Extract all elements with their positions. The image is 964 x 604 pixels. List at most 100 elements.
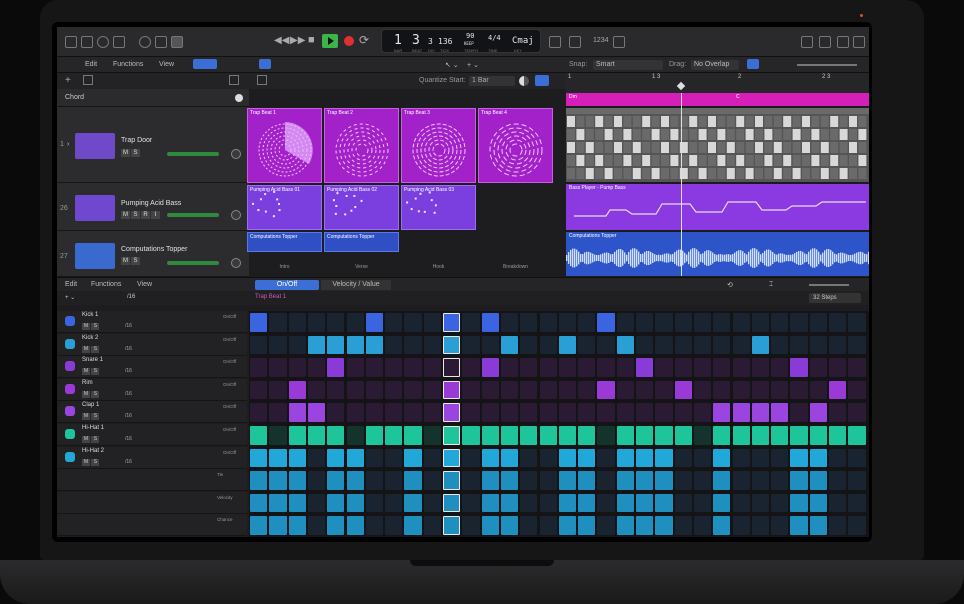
row-step-rate[interactable]: /16	[125, 346, 132, 352]
step-cell[interactable]	[500, 493, 519, 513]
browsers-icon[interactable]	[853, 36, 865, 48]
step-cell[interactable]	[732, 335, 750, 355]
step-cell[interactable]	[558, 493, 577, 513]
step-cell[interactable]	[269, 471, 287, 490]
step-cell[interactable]	[481, 358, 499, 377]
step-cell[interactable]	[462, 335, 480, 355]
step-cell[interactable]	[616, 358, 634, 377]
step-cell[interactable]	[771, 380, 789, 400]
step-cell[interactable]	[404, 380, 422, 400]
step-rate[interactable]: /16	[127, 294, 135, 300]
step-cell[interactable]	[751, 448, 770, 468]
step-cell[interactable]	[500, 313, 519, 332]
scene-trigger[interactable]: Hook	[401, 264, 476, 276]
step-cell[interactable]	[713, 403, 731, 422]
step-cell[interactable]	[404, 426, 422, 445]
step-cell[interactable]	[693, 403, 712, 422]
step-cell[interactable]	[307, 313, 326, 332]
step-cell[interactable]	[636, 426, 654, 445]
row-mute-solo[interactable]: M S	[82, 323, 100, 330]
step-cell[interactable]	[443, 335, 461, 355]
step-cell[interactable]	[423, 380, 441, 400]
step-cell[interactable]	[327, 493, 345, 513]
solo-button[interactable]: S	[131, 257, 140, 265]
step-cell[interactable]	[674, 471, 692, 490]
step-cell[interactable]	[674, 380, 692, 400]
step-cell[interactable]	[250, 448, 268, 468]
step-cell[interactable]	[365, 493, 384, 513]
step-cell[interactable]	[462, 358, 480, 377]
insert-icon[interactable]: ⌶	[769, 281, 773, 289]
step-cell[interactable]	[790, 426, 808, 445]
step-cell[interactable]	[790, 313, 808, 332]
step-cell[interactable]	[751, 358, 770, 377]
loop-cell[interactable]: Computations Topper	[247, 232, 322, 252]
step-cell[interactable]	[751, 516, 770, 535]
step-cell[interactable]	[848, 426, 866, 445]
step-cell[interactable]	[307, 358, 326, 377]
step-cell[interactable]	[365, 471, 384, 490]
step-cell[interactable]	[288, 358, 306, 377]
step-cell[interactable]	[423, 335, 441, 355]
step-cell[interactable]	[288, 493, 306, 513]
step-cell[interactable]	[636, 335, 654, 355]
step-cell[interactable]	[346, 448, 364, 468]
step-cell[interactable]	[578, 403, 596, 422]
scene-trigger[interactable]: Verse	[324, 264, 399, 276]
waveform-zoom-icon[interactable]	[747, 59, 759, 69]
step-cell[interactable]	[250, 471, 268, 490]
step-cell[interactable]	[520, 426, 538, 445]
ruler[interactable]: 1 1 3 2 2 3	[566, 73, 869, 93]
step-cell[interactable]	[443, 358, 461, 377]
step-cell[interactable]	[423, 516, 441, 535]
step-cell[interactable]	[462, 426, 480, 445]
row-mute-solo[interactable]: M S	[82, 458, 100, 466]
step-cell[interactable]	[520, 448, 538, 468]
step-cell[interactable]	[346, 403, 364, 422]
step-cell[interactable]	[385, 358, 403, 377]
step-cell[interactable]	[655, 403, 673, 422]
step-cell[interactable]	[732, 426, 750, 445]
step-cell[interactable]	[693, 358, 712, 377]
step-cell[interactable]	[829, 335, 847, 355]
view-menu[interactable]: View	[137, 281, 152, 288]
step-cell[interactable]	[693, 426, 712, 445]
row-header[interactable]: Kick 1 M S /16 On/Off	[57, 311, 247, 333]
step-cell[interactable]	[809, 493, 827, 513]
step-cell[interactable]	[462, 516, 480, 535]
chord-track-header[interactable]: Chord	[57, 89, 249, 107]
step-cell[interactable]	[578, 448, 596, 468]
step-cell[interactable]	[481, 403, 499, 422]
step-cell[interactable]	[829, 448, 847, 468]
edit-menu[interactable]: Edit	[85, 61, 97, 68]
step-cell[interactable]	[751, 335, 770, 355]
help-icon[interactable]	[97, 36, 109, 48]
loop-cell[interactable]: Pumping Acid Bass 03	[401, 185, 476, 230]
loop-cell[interactable]: Pumping Acid Bass 01	[247, 185, 322, 230]
step-cell[interactable]	[578, 313, 596, 332]
step-cell[interactable]	[288, 426, 306, 445]
step-cell[interactable]	[674, 403, 692, 422]
step-cell[interactable]	[597, 335, 615, 355]
step-cell[interactable]	[500, 516, 519, 535]
step-cell[interactable]	[250, 403, 268, 422]
step-cell[interactable]	[751, 403, 770, 422]
step-cell[interactable]	[539, 313, 557, 332]
step-cell[interactable]	[829, 358, 847, 377]
step-cell[interactable]	[288, 471, 306, 490]
step-cell[interactable]	[713, 448, 731, 468]
midi-region[interactable]: Bass Player - Pump Bass	[566, 184, 869, 230]
pointer-tool-icon[interactable]: ↖ ⌄	[445, 61, 459, 69]
step-cell[interactable]	[674, 313, 692, 332]
step-cell[interactable]	[829, 313, 847, 332]
tab-on-off[interactable]: On/Off	[255, 280, 319, 290]
step-cell[interactable]	[481, 516, 499, 535]
step-cell[interactable]	[597, 380, 615, 400]
step-cell[interactable]	[500, 471, 519, 490]
step-cell[interactable]	[790, 471, 808, 490]
mute-button[interactable]: M	[121, 211, 130, 219]
disclosure-icon[interactable]: ›	[67, 141, 69, 148]
zoom-slider[interactable]	[797, 64, 857, 66]
step-cell[interactable]	[385, 403, 403, 422]
drag-select[interactable]: No Overlap	[691, 60, 739, 70]
